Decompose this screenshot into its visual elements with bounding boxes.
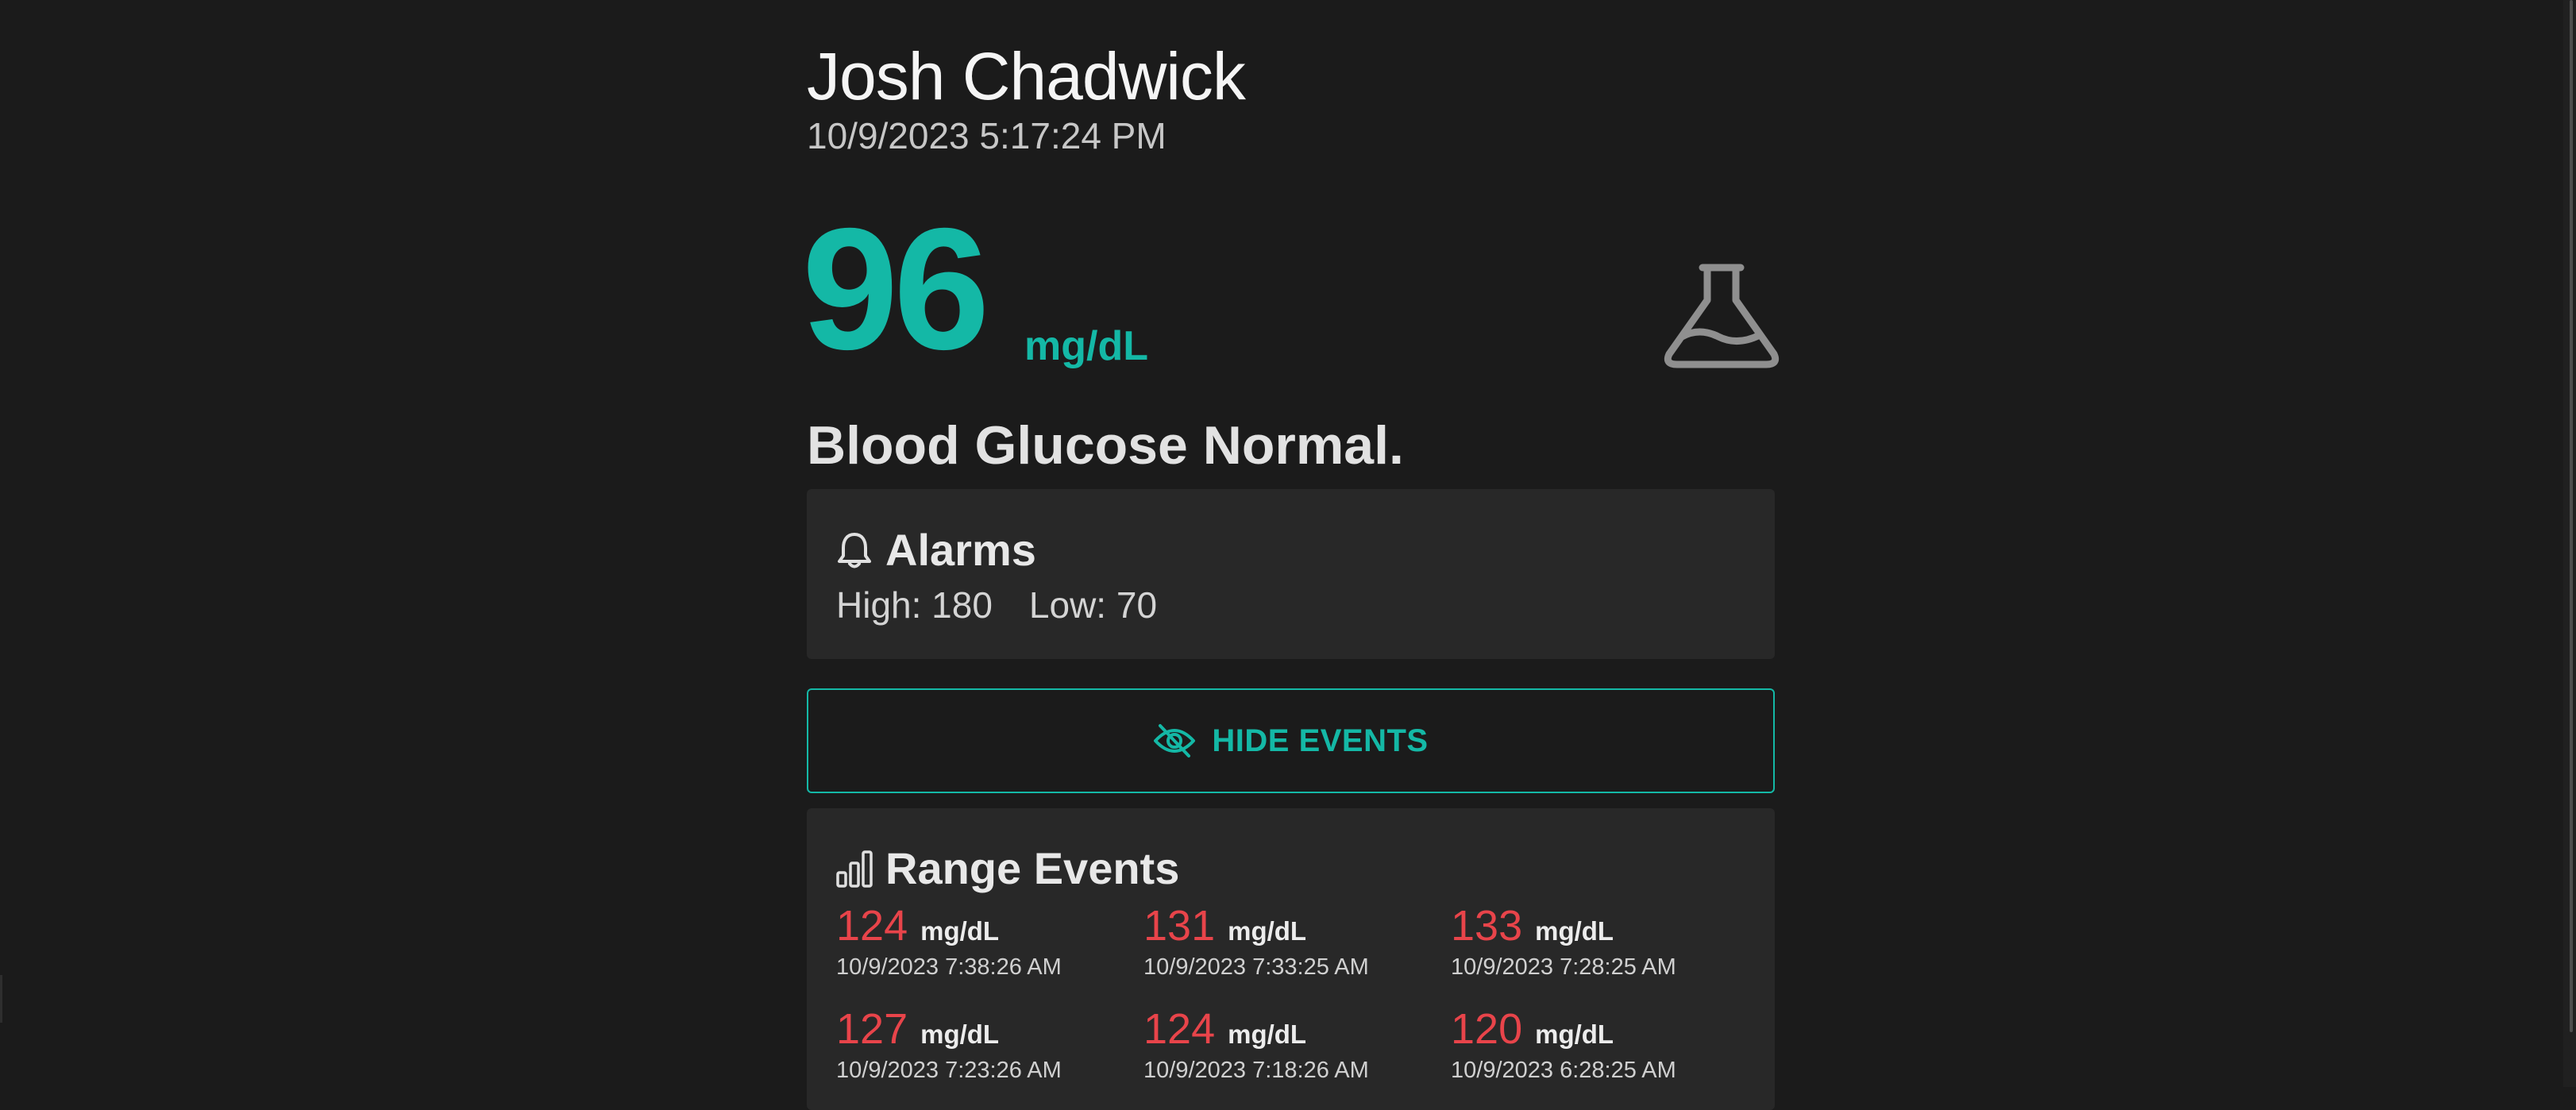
vertical-scrollbar[interactable]	[2563, 0, 2576, 1087]
range-events-title: Range Events	[885, 843, 1180, 893]
range-event-item: 124 mg/dL 10/9/2023 7:38:26 AM	[836, 900, 1143, 983]
range-event-item: 127 mg/dL 10/9/2023 7:23:26 AM	[836, 1004, 1143, 1086]
range-event-item: 124 mg/dL 10/9/2023 7:18:26 AM	[1143, 1004, 1451, 1086]
bar-chart-icon	[836, 850, 873, 888]
event-unit: mg/dL	[920, 1019, 1000, 1049]
alarm-high-threshold: High: 180	[836, 584, 993, 626]
range-event-item: 133 mg/dL 10/9/2023 7:28:25 AM	[1451, 900, 1749, 983]
event-value: 131	[1143, 902, 1216, 950]
reading-timestamp: 10/9/2023 5:17:24 PM	[807, 115, 1167, 156]
event-timestamp: 10/9/2023 7:18:26 AM	[1143, 1058, 1369, 1083]
event-value: 133	[1451, 902, 1523, 950]
range-events-list: 124 mg/dL 10/9/2023 7:38:26 AM 131 mg/dL…	[836, 900, 1749, 1086]
event-value: 127	[836, 1005, 908, 1053]
flask-icon	[1664, 264, 1780, 368]
hide-events-label: HIDE EVENTS	[1212, 723, 1429, 758]
eye-off-icon	[1154, 724, 1196, 757]
event-timestamp: 10/9/2023 7:38:26 AM	[836, 954, 1062, 980]
bell-icon	[838, 533, 871, 568]
range-event-item: 131 mg/dL 10/9/2023 7:33:25 AM	[1143, 900, 1451, 983]
event-value: 124	[1143, 1005, 1216, 1053]
event-unit: mg/dL	[1228, 916, 1307, 946]
patient-name: Josh Chadwick	[807, 39, 1246, 114]
alarms-header: Alarms	[836, 522, 1036, 578]
glucose-status-text: Blood Glucose Normal.	[807, 415, 1404, 476]
event-value: 120	[1451, 1005, 1523, 1053]
scrollbar-thumb[interactable]	[2570, 0, 2573, 1032]
range-events-header: Range Events	[836, 841, 1179, 896]
event-timestamp: 10/9/2023 7:23:26 AM	[836, 1058, 1062, 1083]
glucose-reading-value: 96	[802, 193, 989, 386]
event-timestamp: 10/9/2023 7:33:25 AM	[1143, 954, 1369, 980]
range-event-item: 120 mg/dL 10/9/2023 6:28:25 AM	[1451, 1004, 1749, 1086]
window-edge-marker	[0, 975, 2, 1023]
event-timestamp: 10/9/2023 6:28:25 AM	[1451, 1058, 1676, 1083]
event-unit: mg/dL	[920, 916, 1000, 946]
alarms-title: Alarms	[885, 525, 1036, 575]
alarm-low-threshold: Low: 70	[1028, 584, 1158, 626]
event-unit: mg/dL	[1535, 1019, 1614, 1049]
event-value: 124	[836, 902, 908, 950]
event-timestamp: 10/9/2023 7:28:25 AM	[1451, 954, 1676, 980]
event-unit: mg/dL	[1535, 916, 1614, 946]
event-unit: mg/dL	[1228, 1019, 1307, 1049]
glucose-reading-unit: mg/dL	[1024, 323, 1148, 369]
hide-events-button[interactable]: HIDE EVENTS	[807, 688, 1775, 793]
alarm-thresholds: High: 180 Low: 70	[836, 580, 1157, 630]
